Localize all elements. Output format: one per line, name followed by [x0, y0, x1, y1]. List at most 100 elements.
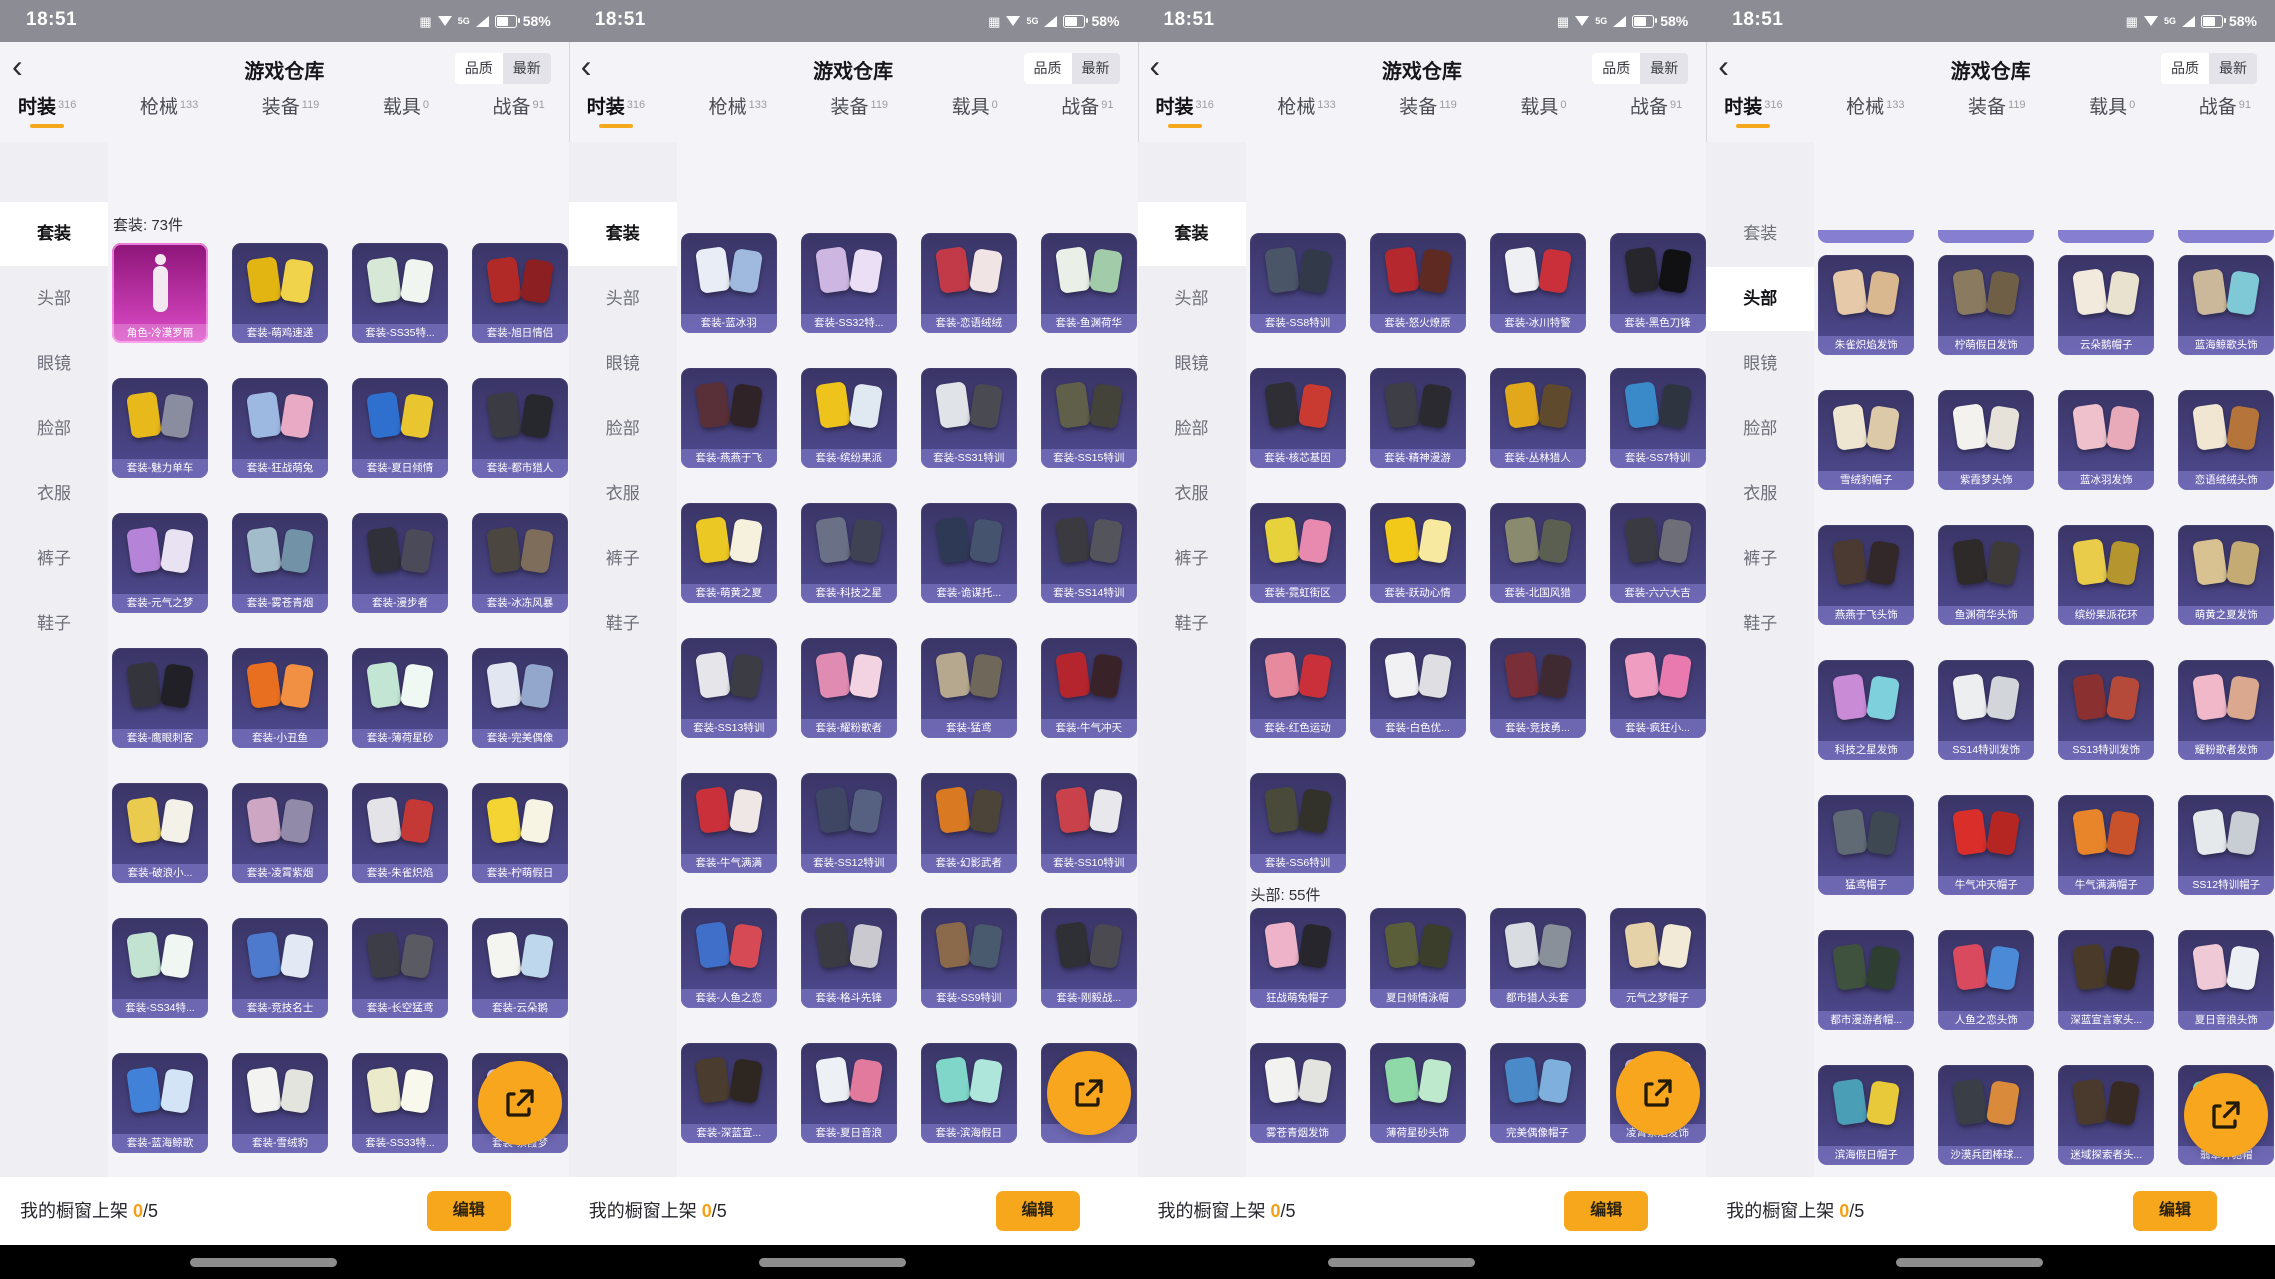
item-card[interactable]: 套装-精神漫游: [1370, 368, 1466, 468]
item-card[interactable]: 套装-深蓝宣...: [681, 1043, 777, 1143]
item-card[interactable]: 套装-萌鸡速递: [232, 243, 328, 343]
filter-quality-button[interactable]: 品质: [455, 53, 503, 84]
item-card[interactable]: 套装-都市猎人: [472, 378, 568, 478]
item-card[interactable]: 套装-人鱼之恋: [681, 908, 777, 1008]
tab-时装[interactable]: 时装316: [1724, 96, 1782, 142]
item-card[interactable]: 套装-SS13特训: [681, 638, 777, 738]
sidebar-item-脸部[interactable]: 脸部: [1706, 397, 1814, 461]
item-card[interactable]: 缤纷果派花环: [2058, 525, 2154, 625]
tab-战备[interactable]: 战备91: [492, 96, 544, 142]
edit-button[interactable]: 编辑: [2133, 1191, 2217, 1231]
item-card[interactable]: 雪绒豹帽子: [1818, 390, 1914, 490]
sidebar-item-眼镜[interactable]: 眼镜: [569, 332, 677, 396]
item-card[interactable]: 深蓝宣言家头...: [2058, 930, 2154, 1030]
sidebar-item-套装[interactable]: 套装: [569, 202, 677, 266]
item-card[interactable]: 套装-SS9特训: [921, 908, 1017, 1008]
item-card[interactable]: 套装-诡谋托...: [921, 503, 1017, 603]
tab-战备[interactable]: 战备91: [1630, 96, 1682, 142]
item-card[interactable]: 雾苍青烟发饰: [1250, 1043, 1346, 1143]
item-card[interactable]: 套装-科技之星: [801, 503, 897, 603]
share-fab-button[interactable]: [478, 1061, 562, 1145]
item-card[interactable]: SS12特训帽子: [2178, 795, 2274, 895]
item-card[interactable]: 套装-SS34特...: [112, 918, 208, 1018]
item-card[interactable]: 人鱼之恋头饰: [1938, 930, 2034, 1030]
sidebar-item-眼镜[interactable]: 眼镜: [1138, 332, 1246, 396]
item-card[interactable]: 套装-SS32特...: [801, 233, 897, 333]
item-card[interactable]: 套装-核芯基因: [1250, 368, 1346, 468]
sidebar-item-衣服[interactable]: 衣服: [1706, 462, 1814, 526]
item-card[interactable]: 萌黄之夏发饰: [2178, 525, 2274, 625]
item-card[interactable]: 都市猎人头套: [1490, 908, 1586, 1008]
home-indicator[interactable]: [1328, 1258, 1475, 1267]
filter-latest-button[interactable]: 最新: [1640, 53, 1688, 84]
tab-载具[interactable]: 载具0: [2089, 96, 2135, 142]
sidebar-item-裤子[interactable]: 裤子: [1138, 527, 1246, 591]
item-card[interactable]: 套装-耀粉歌者: [801, 638, 897, 738]
item-card[interactable]: 耀粉歌者发饰: [2178, 660, 2274, 760]
sidebar-item-鞋子[interactable]: 鞋子: [1138, 592, 1246, 656]
sidebar-item-衣服[interactable]: 衣服: [1138, 462, 1246, 526]
tab-装备[interactable]: 装备119: [1399, 96, 1457, 142]
item-card[interactable]: 套装-白色优...: [1370, 638, 1466, 738]
item-card[interactable]: 套装-竞技勇...: [1490, 638, 1586, 738]
item-card[interactable]: 套装-刚毅战...: [1041, 908, 1137, 1008]
item-card[interactable]: 套装-薄荷星砂: [352, 648, 448, 748]
item-card[interactable]: 蓝冰羽发饰: [2058, 390, 2154, 490]
item-card[interactable]: 套装-霓虹街区: [1250, 503, 1346, 603]
home-indicator[interactable]: [190, 1258, 337, 1267]
filter-quality-button[interactable]: 品质: [2161, 53, 2209, 84]
home-indicator[interactable]: [1896, 1258, 2043, 1267]
tab-战备[interactable]: 战备91: [2199, 96, 2251, 142]
sidebar-item-裤子[interactable]: 裤子: [569, 527, 677, 591]
sidebar-item-脸部[interactable]: 脸部: [0, 397, 108, 461]
item-card[interactable]: 朱雀炽焰发饰: [1818, 255, 1914, 355]
item-card[interactable]: 套装-疯狂小...: [1610, 638, 1706, 738]
tab-枪械[interactable]: 枪械133: [1277, 96, 1335, 142]
item-card[interactable]: 紫霞梦头饰: [1938, 390, 2034, 490]
tab-装备[interactable]: 装备119: [262, 96, 320, 142]
item-card[interactable]: 套装-SS10特训: [1041, 773, 1137, 873]
filter-quality-button[interactable]: 品质: [1024, 53, 1072, 84]
item-card[interactable]: 套装-雾苍青烟: [232, 513, 328, 613]
sidebar-item-头部[interactable]: 头部: [1706, 267, 1814, 331]
sidebar-item-套装[interactable]: 套装: [1138, 202, 1246, 266]
item-card[interactable]: 套装-长空猛鸢: [352, 918, 448, 1018]
item-card[interactable]: 薄荷星砂头饰: [1370, 1043, 1466, 1143]
item-card[interactable]: 套装-SS14特训: [1041, 503, 1137, 603]
item-card[interactable]: 套装-魅力单车: [112, 378, 208, 478]
edit-button[interactable]: 编辑: [1564, 1191, 1648, 1231]
share-fab-button[interactable]: [2184, 1073, 2268, 1157]
home-indicator[interactable]: [759, 1258, 906, 1267]
edit-button[interactable]: 编辑: [427, 1191, 511, 1231]
sidebar-item-眼镜[interactable]: 眼镜: [1706, 332, 1814, 396]
item-card[interactable]: 套装-滨海假日: [921, 1043, 1017, 1143]
sidebar-item-套装[interactable]: 套装: [0, 202, 108, 266]
tab-枪械[interactable]: 枪械133: [709, 96, 767, 142]
share-fab-button[interactable]: [1047, 1051, 1131, 1135]
item-card[interactable]: 套装-蓝冰羽: [681, 233, 777, 333]
item-card[interactable]: 套装-燕燕于飞: [681, 368, 777, 468]
item-card[interactable]: 套装-SS33特...: [352, 1053, 448, 1153]
item-card[interactable]: 牛气满满帽子: [2058, 795, 2154, 895]
item-card[interactable]: 套装-牛气冲天: [1041, 638, 1137, 738]
tab-时装[interactable]: 时装316: [587, 96, 645, 142]
filter-latest-button[interactable]: 最新: [503, 53, 551, 84]
item-card[interactable]: 套装-牛气满满: [681, 773, 777, 873]
item-card[interactable]: 夏日倾情泳帽: [1370, 908, 1466, 1008]
item-card[interactable]: 完美偶像帽子: [1490, 1043, 1586, 1143]
item-card[interactable]: 套装-完美偶像: [472, 648, 568, 748]
tab-载具[interactable]: 载具0: [952, 96, 998, 142]
item-card[interactable]: 套装-格斗先锋: [801, 908, 897, 1008]
sidebar-item-鞋子[interactable]: 鞋子: [0, 592, 108, 656]
item-card[interactable]: 套装-黑色刀锋: [1610, 233, 1706, 333]
item-card[interactable]: 夏日音浪头饰: [2178, 930, 2274, 1030]
item-card[interactable]: 猛鸢帽子: [1818, 795, 1914, 895]
item-card[interactable]: 套装-蓝海鲸歌: [112, 1053, 208, 1153]
item-card[interactable]: 套装-恋语绒绒: [921, 233, 1017, 333]
item-card[interactable]: 套装-凌霄紫烟: [232, 783, 328, 883]
sidebar-item-头部[interactable]: 头部: [0, 267, 108, 331]
item-card[interactable]: 沙漠兵团棒球...: [1938, 1065, 2034, 1165]
item-card[interactable]: 蓝海鲸歌头饰: [2178, 255, 2274, 355]
filter-latest-button[interactable]: 最新: [2209, 53, 2257, 84]
tab-装备[interactable]: 装备119: [831, 96, 889, 142]
